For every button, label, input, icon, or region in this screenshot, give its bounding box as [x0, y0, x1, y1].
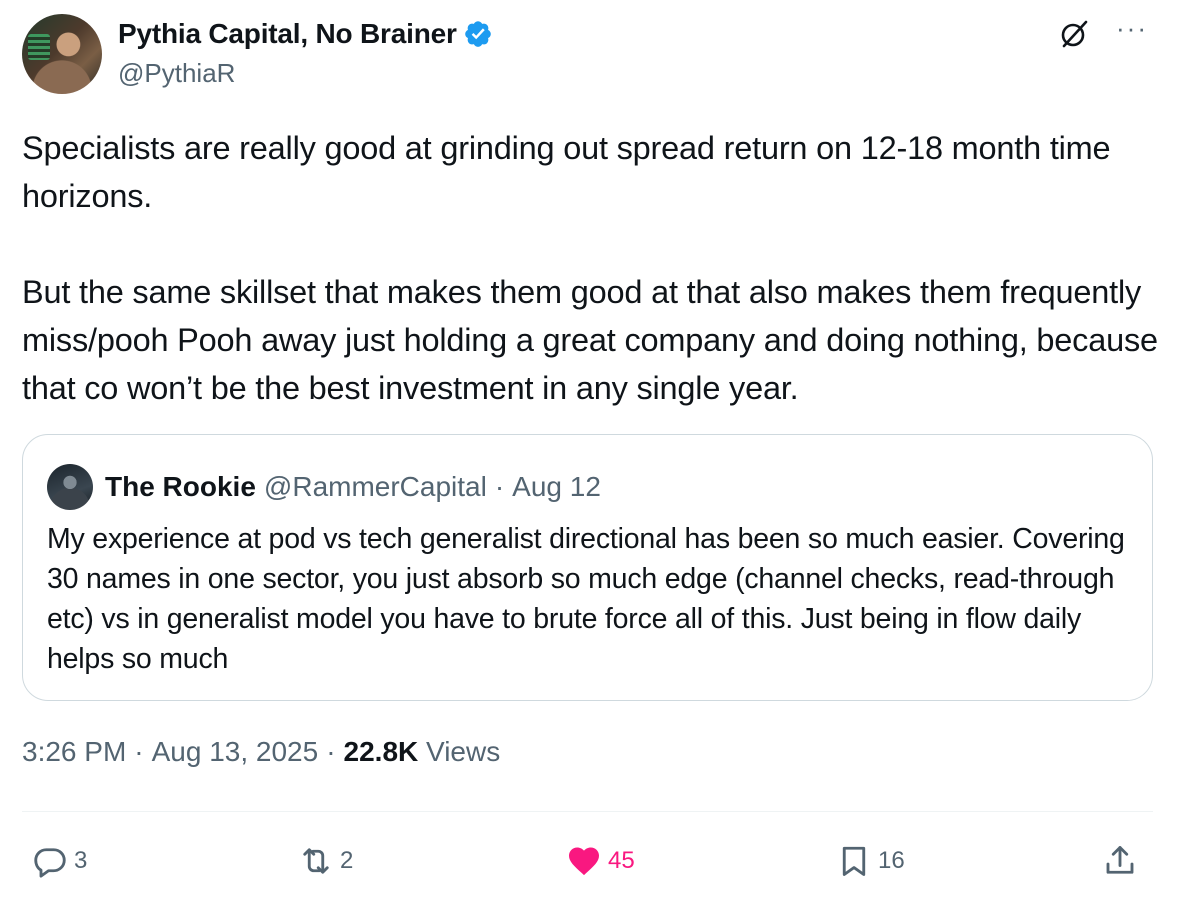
author-display-name[interactable]: Pythia Capital, No Brainer [118, 18, 457, 50]
quoted-author-handle: @RammerCapital [263, 471, 487, 502]
repost-button[interactable]: 2 [298, 836, 353, 886]
verified-badge-icon[interactable] [463, 19, 493, 49]
top-actions: ··· [1058, 15, 1148, 50]
reply-icon [34, 848, 66, 878]
tweet-time[interactable]: 3:26 PM [22, 736, 126, 767]
separator-dot: · [494, 471, 505, 502]
bookmark-count: 16 [878, 847, 905, 874]
repost-icon [303, 848, 329, 874]
views-count[interactable]: 22.8K [344, 736, 419, 767]
more-icon[interactable]: ··· [1116, 15, 1148, 41]
divider [22, 811, 1153, 812]
quoted-tweet[interactable]: The Rookie @RammerCapital · Aug 12 My ex… [22, 434, 1153, 701]
separator-dot: · [134, 736, 144, 767]
reply-count: 3 [74, 847, 88, 874]
repost-count: 2 [340, 847, 354, 874]
author-block: Pythia Capital, No Brainer @PythiaR [118, 16, 493, 89]
quoted-tweet-header: The Rookie @RammerCapital · Aug 12 [47, 464, 601, 510]
quoted-tweet-date: Aug 12 [512, 471, 601, 502]
action-bar: 3 2 45 16 [0, 836, 1186, 886]
share-icon [1106, 846, 1134, 874]
reply-button[interactable]: 3 [32, 836, 87, 886]
separator-dot: · [326, 736, 336, 767]
avatar-background [28, 34, 50, 60]
share-button[interactable] [1102, 836, 1138, 886]
grok-icon[interactable] [1058, 18, 1090, 50]
tweet-meta: 3:26 PM · Aug 13, 2025 · 22.8K Views [22, 736, 500, 768]
tweet-date[interactable]: Aug 13, 2025 [152, 736, 319, 767]
like-button[interactable]: 45 [566, 836, 635, 886]
heart-icon [569, 847, 599, 876]
bookmark-icon [842, 846, 866, 876]
tweet-paragraph: Specialists are really good at grinding … [22, 130, 1111, 214]
quoted-tweet-text: My experience at pod vs tech generalist … [47, 523, 1125, 675]
quoted-author-name: The Rookie [105, 471, 256, 502]
tweet-text: Specialists are really good at grinding … [22, 124, 1172, 412]
quoted-author-avatar [47, 464, 93, 510]
author-name-row: Pythia Capital, No Brainer [118, 16, 493, 52]
like-count: 45 [608, 847, 635, 874]
author-handle[interactable]: @PythiaR [118, 58, 493, 89]
author-avatar[interactable] [22, 14, 102, 94]
views-label: Views [426, 736, 501, 767]
bookmark-button[interactable]: 16 [836, 836, 905, 886]
tweet-paragraph: But the same skillset that makes them go… [22, 274, 1158, 406]
